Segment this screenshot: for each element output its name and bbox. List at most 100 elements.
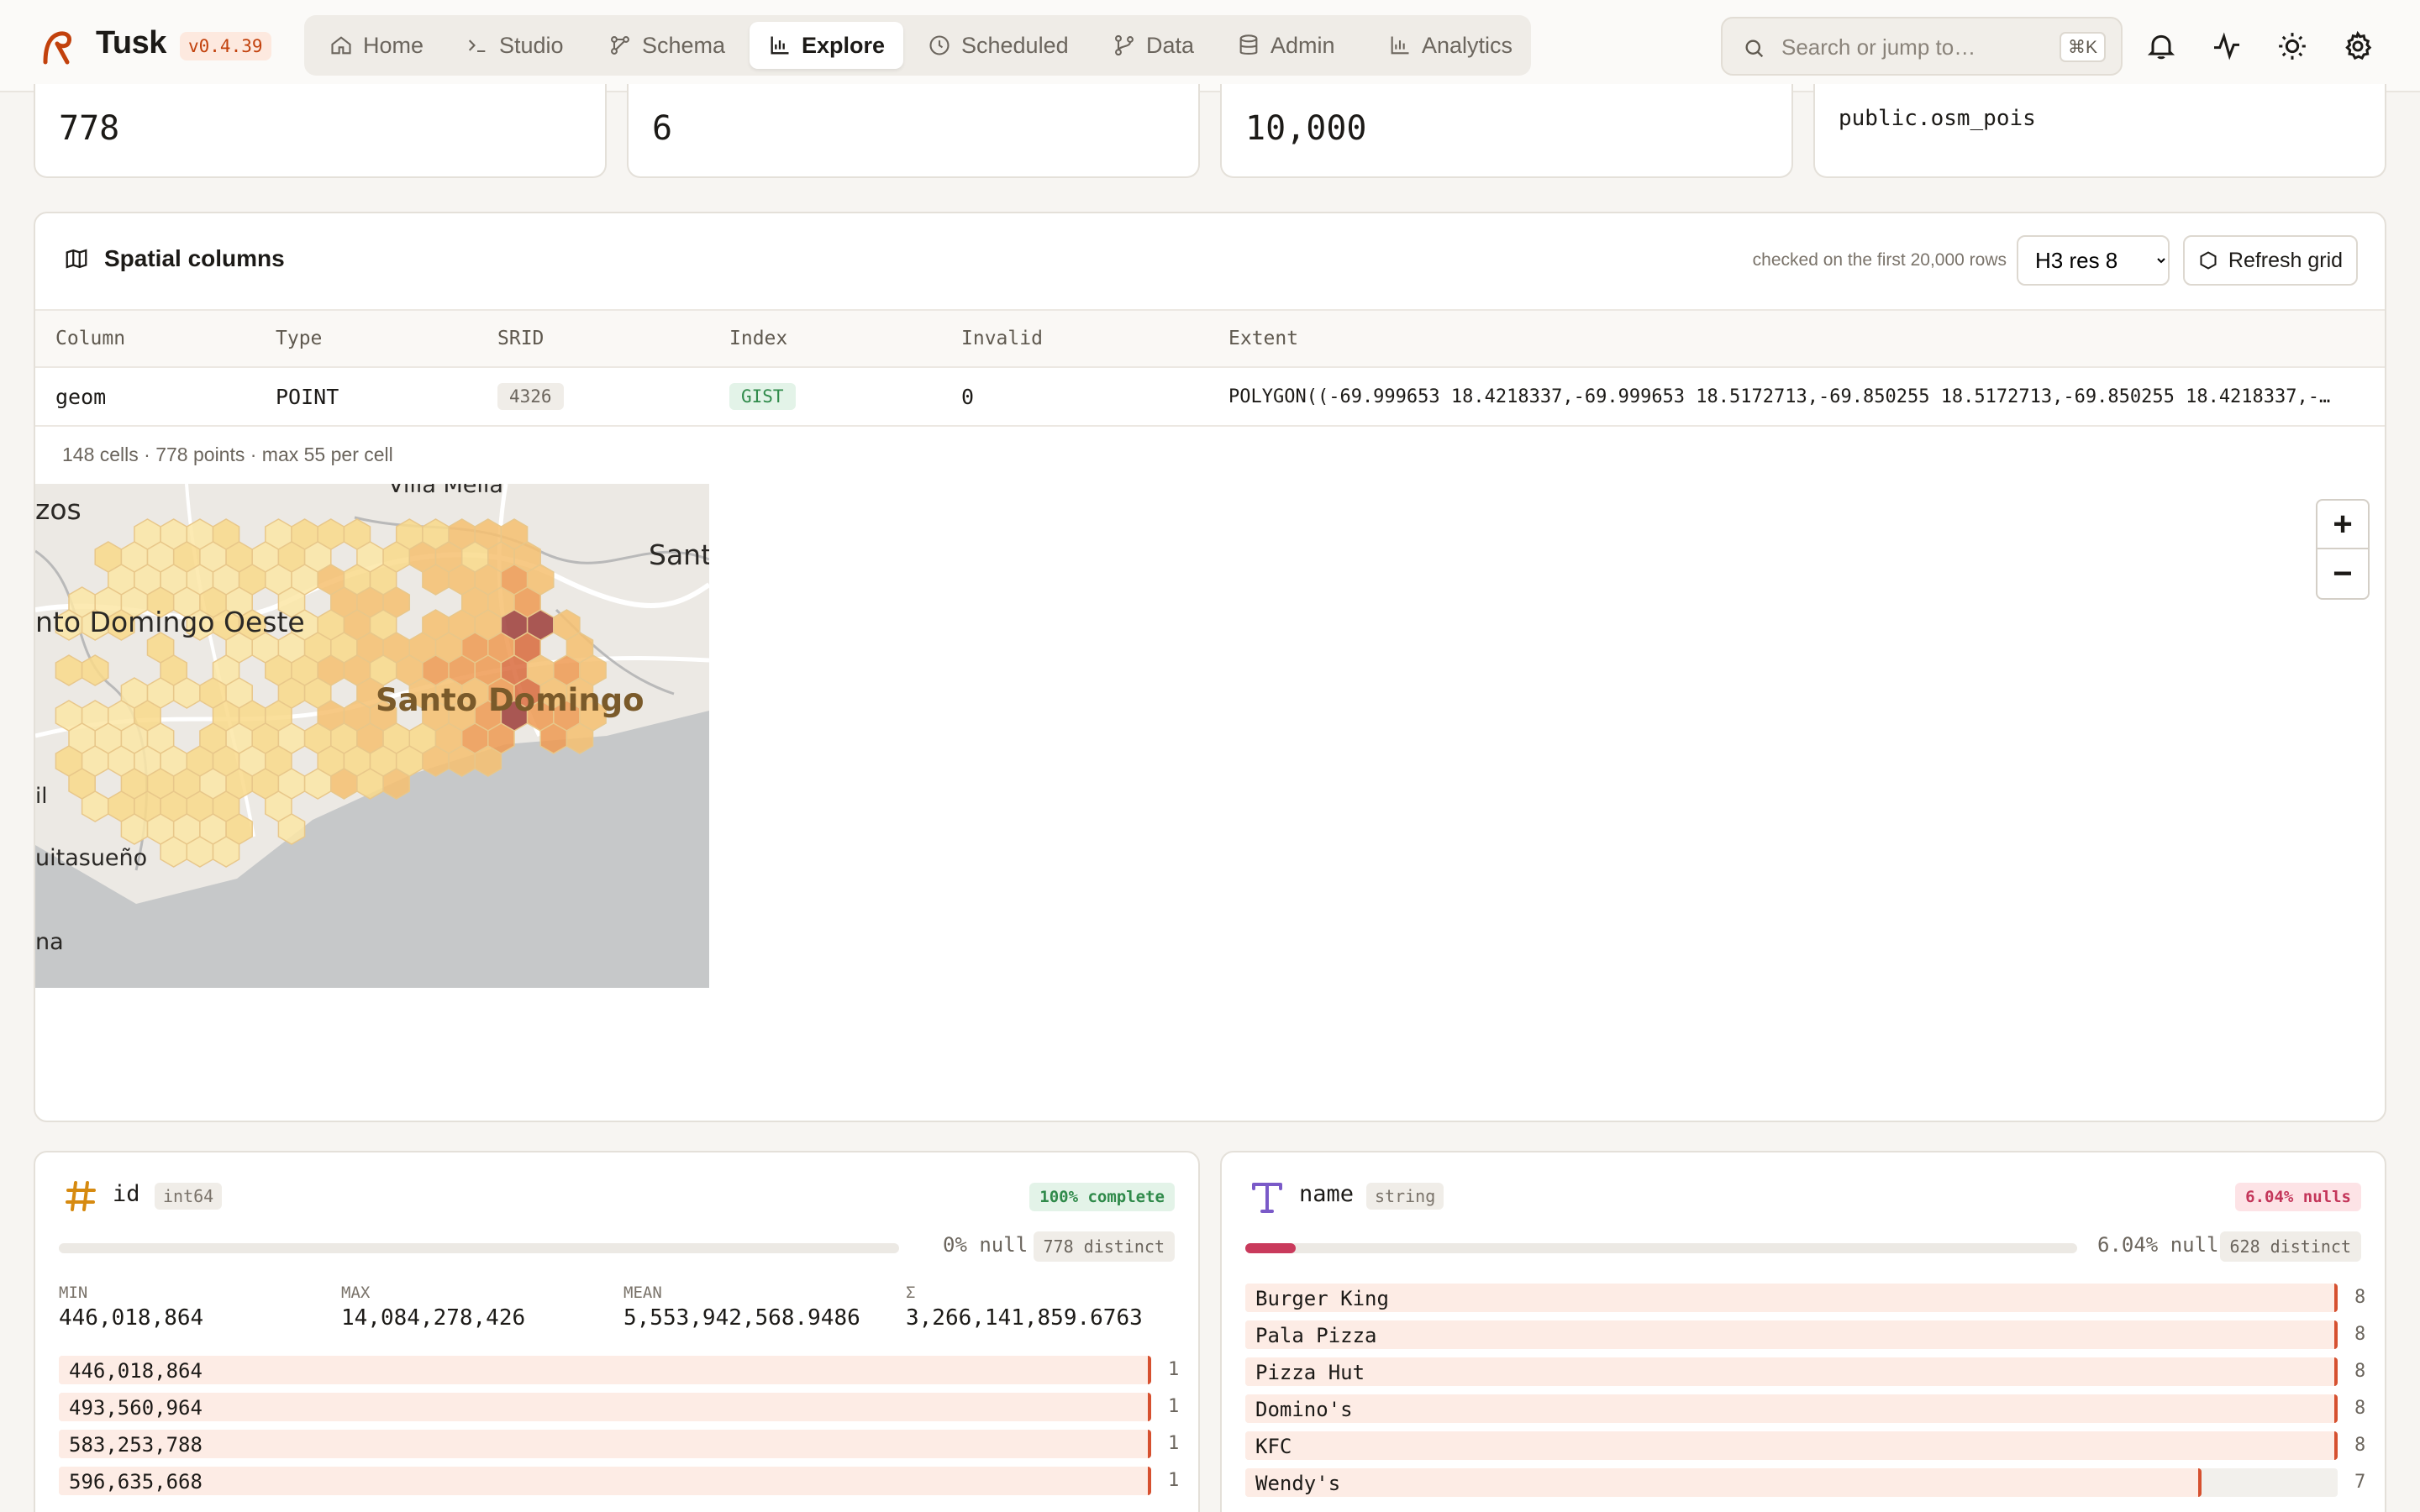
top-value-count: 1 [1168, 1396, 1180, 1417]
nav-scheduled[interactable]: Scheduled [909, 22, 1087, 69]
stat-label-max: MAX [341, 1284, 371, 1302]
top-value-bar [1245, 1320, 2338, 1349]
stat-card-columns: 6 [627, 84, 1200, 178]
top-value-row[interactable]: 493,560,964 1 [59, 1393, 1179, 1421]
top-value-row[interactable]: Wendy's 7 [1245, 1468, 2365, 1497]
top-value-label: Burger King [1255, 1287, 1389, 1310]
stat-value-max: 14,084,278,426 [341, 1305, 526, 1331]
nav-data[interactable]: Data [1094, 22, 1213, 69]
map-label: nto Domingo Oeste [35, 606, 305, 638]
activity-button[interactable] [2210, 29, 2244, 63]
nav-analytics[interactable]: Analytics [1370, 22, 1531, 69]
nav-studio[interactable]: Studio [447, 22, 582, 69]
top-value-label: Pizza Hut [1255, 1361, 1365, 1384]
tusk-logo-icon[interactable] [37, 29, 74, 66]
stat-value-sum: 3,266,141,859.6763 [906, 1305, 1143, 1331]
stat-value-min: 446,018,864 [59, 1305, 204, 1331]
app-name: Tusk [96, 25, 166, 60]
top-value-label: KFC [1255, 1435, 1292, 1458]
version-badge: v0.4.39 [180, 32, 271, 60]
stat-value: 10,000 [1245, 109, 1367, 148]
stat-value-mean: 5,553,942,568.9486 [623, 1305, 860, 1331]
top-value-bar [59, 1430, 1151, 1458]
stat-label-sum: Σ [906, 1284, 916, 1302]
top-value-row[interactable]: Domino's 8 [1245, 1394, 2365, 1423]
cell-invalid: 0 [961, 367, 1228, 427]
nav-explore[interactable]: Explore [750, 22, 904, 69]
column-type-badge: int64 [155, 1183, 223, 1210]
nav-schema[interactable]: Schema [590, 22, 744, 69]
srid-badge: 4326 [497, 383, 564, 410]
top-value-row[interactable]: Pizza Hut 8 [1245, 1357, 2365, 1386]
top-value-label: 493,560,964 [69, 1396, 203, 1420]
top-value-bar [1245, 1357, 2338, 1386]
top-value-label: 583,253,788 [69, 1433, 203, 1457]
top-bar: Tusk v0.4.39 Home Studio Schema Explore … [0, 0, 2420, 92]
distinct-badge: 778 distinct [1033, 1231, 1175, 1262]
sun-icon [2279, 33, 2306, 60]
nav-admin[interactable]: Admin [1218, 22, 1354, 69]
nav-admin-label: Admin [1270, 32, 1335, 58]
stat-value: public.osm_pois [1839, 106, 2036, 131]
cell-srid: 4326 [497, 367, 729, 427]
top-value-row[interactable]: 446,018,864 1 [59, 1356, 1179, 1384]
top-value-label: Domino's [1255, 1398, 1353, 1421]
refresh-grid-button[interactable]: Refresh grid [2183, 235, 2358, 286]
table-row[interactable]: geom POINT 4326 GIST 0 POLYGON((-69.9996… [35, 367, 2385, 427]
search-shortcut: ⌘K [2059, 32, 2106, 62]
top-value-row[interactable]: KFC 8 [1245, 1431, 2365, 1460]
header-extent: Extent [1228, 309, 2385, 368]
nav-home[interactable]: Home [311, 22, 442, 69]
spatial-note: checked on the first 20,000 rows [1752, 250, 2007, 270]
nav-explore-label: Explore [802, 32, 886, 58]
top-value-row[interactable]: 596,635,668 1 [59, 1467, 1179, 1495]
header-invalid: Invalid [961, 309, 1228, 368]
top-value-count: 8 [2354, 1361, 2366, 1382]
cell-type: POINT [276, 367, 497, 427]
notifications-button[interactable] [2144, 29, 2178, 63]
distinct-badge: 628 distinct [2219, 1231, 2361, 1262]
spatial-columns-card: Spatial columns checked on the first 20,… [34, 212, 2386, 1122]
hash-icon [66, 1181, 96, 1211]
grid-stats: 148 cells · 778 points · max 55 per cell [62, 444, 393, 465]
top-value-count: 8 [2354, 1435, 2366, 1456]
column-type-badge: string [1366, 1183, 1444, 1210]
h3-resolution-select[interactable]: H3 res 6H3 res 7H3 res 8H3 res 9 [2017, 235, 2170, 286]
map-label: Santo Domingo Este [649, 538, 709, 571]
theme-toggle-button[interactable] [2275, 29, 2309, 63]
zoom-out-button[interactable]: − [2317, 549, 2368, 598]
branch-icon [1115, 34, 1134, 56]
header-type: Type [276, 309, 497, 368]
header-index: Index [729, 309, 961, 368]
hex-map[interactable]: Villa Mella zos Santo Domingo Este nto D… [35, 484, 709, 988]
top-value-row[interactable]: Pala Pizza 8 [1245, 1320, 2365, 1349]
stat-card-table: public.osm_pois [1813, 84, 2386, 178]
extent-value: POLYGON((-69.999653 18.4218337,-69.99965… [1228, 386, 2338, 407]
column-name: name [1299, 1181, 1355, 1207]
top-value-label: Pala Pizza [1255, 1324, 1377, 1347]
null-bar-fill [1245, 1243, 1296, 1253]
map-label: uitasueño [35, 845, 147, 871]
bell-icon [2147, 34, 2175, 60]
top-value-row[interactable]: 583,253,788 1 [59, 1430, 1179, 1458]
text-type-icon [1252, 1183, 1282, 1213]
top-value-count: 7 [2354, 1472, 2366, 1493]
search-box[interactable]: ⌘K [1721, 17, 2123, 76]
top-value-row[interactable]: Burger King 8 [1245, 1284, 2365, 1312]
hexagon-icon [2200, 251, 2217, 270]
map-label: zos [35, 493, 82, 526]
bar-chart-icon [771, 36, 789, 55]
header-srid: SRID [497, 309, 729, 368]
top-value-bar [59, 1467, 1151, 1495]
nav-schema-label: Schema [642, 32, 726, 58]
zoom-in-button[interactable]: + [2317, 501, 2368, 549]
refresh-grid-label: Refresh grid [2228, 248, 2344, 272]
spatial-title: Spatial columns [64, 245, 285, 272]
map-icon [66, 249, 87, 269]
search-input[interactable] [1781, 30, 2033, 64]
settings-button[interactable] [2341, 29, 2375, 63]
top-value-count: 1 [1168, 1470, 1180, 1491]
top-value-count: 8 [2354, 1324, 2366, 1345]
spatial-title-label: Spatial columns [104, 245, 285, 271]
spatial-table: Column Type SRID Index Invalid Extent ge… [35, 309, 2385, 427]
